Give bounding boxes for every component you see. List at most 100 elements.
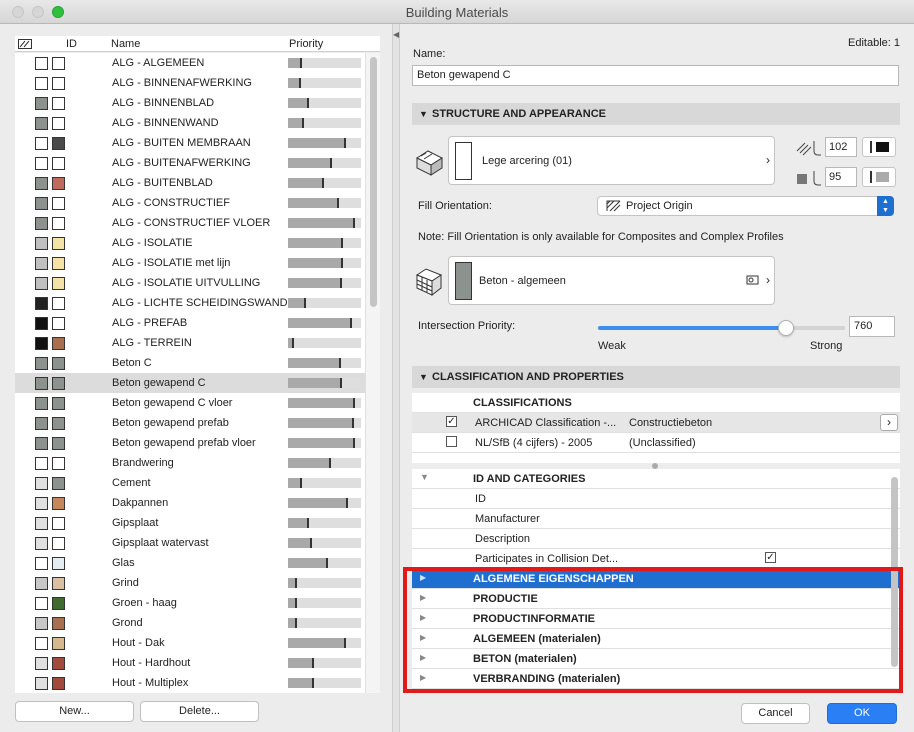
surface-swatch xyxy=(52,237,65,250)
property-row[interactable]: Participates in Collision Det... ✓ xyxy=(412,549,900,569)
list-item[interactable]: ALG - BINNENAFWERKING xyxy=(15,73,365,93)
list-item[interactable]: Gipsplaat xyxy=(15,513,365,533)
list-item[interactable]: ALG - ISOLATIE met lijn xyxy=(15,253,365,273)
list-scrollbar[interactable] xyxy=(365,53,380,693)
delete-button[interactable]: Delete... xyxy=(140,701,259,722)
fill-pen-input[interactable]: 102 xyxy=(825,137,857,157)
classification-row[interactable]: ✓ ARCHICAD Classification -... Construct… xyxy=(412,413,900,433)
surface-swatch xyxy=(52,97,65,110)
list-item[interactable]: Hout - Dak xyxy=(15,633,365,653)
material-name: Beton gewapend C xyxy=(112,377,206,389)
id-column-header[interactable]: ID xyxy=(66,38,77,50)
background-pen-color-button[interactable] xyxy=(862,167,896,187)
list-item[interactable]: Beton gewapend C xyxy=(15,373,365,393)
classification-checkbox[interactable] xyxy=(446,436,457,447)
list-item[interactable]: Beton gewapend prefab vloer xyxy=(15,433,365,453)
list-item[interactable]: Grind xyxy=(15,573,365,593)
surface-swatch xyxy=(52,277,65,290)
material-name: ALG - BUITENBLAD xyxy=(112,177,213,189)
structure-appearance-header[interactable]: ▼ STRUCTURE AND APPEARANCE xyxy=(412,103,900,125)
list-item[interactable]: Beton gewapend C vloer xyxy=(15,393,365,413)
intersection-priority-input[interactable]: 760 xyxy=(849,316,895,337)
surface-selector[interactable]: Beton - algemeen › xyxy=(448,256,775,305)
list-item[interactable]: ALG - CONSTRUCTIEF VLOER xyxy=(15,213,365,233)
surface-name: Beton - algemeen xyxy=(479,275,566,287)
collapse-left-icon[interactable]: ◀ xyxy=(393,30,399,39)
material-name: ALG - TERREIN xyxy=(112,337,192,349)
list-item[interactable]: ALG - ALGEMEEN xyxy=(15,53,365,73)
list-scroll-thumb[interactable] xyxy=(370,57,377,307)
property-row[interactable]: ID xyxy=(412,489,900,509)
fill-swatch xyxy=(35,57,48,70)
list-item[interactable]: Groen - haag xyxy=(15,593,365,613)
property-row[interactable]: Manufacturer xyxy=(412,509,900,529)
background-pen-input[interactable]: 95 xyxy=(825,167,857,187)
priority-bar xyxy=(288,138,361,148)
list-header: ID Name Priority xyxy=(15,36,380,52)
list-item[interactable]: Glas xyxy=(15,553,365,573)
list-item[interactable]: ALG - BINNENWAND xyxy=(15,113,365,133)
id-categories-row[interactable]: ▼ ID AND CATEGORIES xyxy=(412,469,900,489)
list-item[interactable]: Brandwering xyxy=(15,453,365,473)
list-item[interactable]: Hout - Multiplex xyxy=(15,673,365,693)
fill-pen-color-button[interactable] xyxy=(862,137,896,157)
list-item[interactable]: ALG - BUITENAFWERKING xyxy=(15,153,365,173)
fill-swatch xyxy=(35,217,48,230)
surface-swatch xyxy=(52,417,65,430)
cancel-button[interactable]: Cancel xyxy=(741,703,810,724)
list-item[interactable]: Grond xyxy=(15,613,365,633)
list-item[interactable]: Hout - Hardhout xyxy=(15,653,365,673)
intersection-priority-label: Intersection Priority: xyxy=(418,320,516,332)
priority-column-header[interactable]: Priority xyxy=(289,38,323,50)
list-item[interactable]: ALG - TERREIN xyxy=(15,333,365,353)
material-name: ALG - BINNENAFWERKING xyxy=(112,77,252,89)
fill-swatch xyxy=(35,117,48,130)
name-column-header[interactable]: Name xyxy=(111,38,140,50)
fill-pen-icon xyxy=(796,141,821,156)
surface-swatch xyxy=(52,257,65,270)
surface-swatch xyxy=(52,617,65,630)
list-item[interactable]: ALG - PREFAB xyxy=(15,313,365,333)
new-button[interactable]: New... xyxy=(15,701,134,722)
list-item[interactable]: ALG - BUITENBLAD xyxy=(15,173,365,193)
list-item[interactable]: ALG - CONSTRUCTIEF xyxy=(15,193,365,213)
classification-checkbox[interactable]: ✓ xyxy=(446,416,457,427)
chevron-right-icon[interactable]: › xyxy=(880,414,898,431)
slider-knob[interactable] xyxy=(778,320,794,336)
surface-swatch xyxy=(52,317,65,330)
property-row[interactable]: Description xyxy=(412,529,900,549)
ok-button[interactable]: OK xyxy=(827,703,897,724)
fill-swatch xyxy=(35,577,48,590)
panel-splitter[interactable]: ◀ xyxy=(392,24,400,732)
cut-fill-icon xyxy=(415,150,444,176)
fill-swatch xyxy=(35,77,48,90)
list-item[interactable]: ALG - LICHTE SCHEIDINGSWAND xyxy=(15,293,365,313)
list-item[interactable]: ALG - ISOLATIE xyxy=(15,233,365,253)
list-item[interactable]: Gipsplaat watervast xyxy=(15,533,365,553)
fill-type-icon[interactable] xyxy=(18,39,32,49)
project-origin-icon xyxy=(606,200,621,212)
material-name-input[interactable]: Beton gewapend C xyxy=(412,65,899,86)
fill-swatch xyxy=(35,477,48,490)
priority-bar xyxy=(288,318,361,328)
list-item[interactable]: ALG - BUITEN MEMBRAAN xyxy=(15,133,365,153)
list-item[interactable]: Cement xyxy=(15,473,365,493)
surface-swatch xyxy=(52,477,65,490)
list-item[interactable]: Beton gewapend prefab xyxy=(15,413,365,433)
materials-list-panel: ID Name Priority ALG - ALGEMEEN ALG - BIN… xyxy=(0,24,392,732)
intersection-priority-slider[interactable] xyxy=(598,320,845,336)
fill-swatch xyxy=(35,417,48,430)
priority-bar xyxy=(288,198,361,208)
list-item[interactable]: Dakpannen xyxy=(15,493,365,513)
list-item[interactable]: ALG - ISOLATIE UITVULLING xyxy=(15,273,365,293)
list-item[interactable]: ALG - BINNENBLAD xyxy=(15,93,365,113)
priority-bar xyxy=(288,378,361,388)
fill-orientation-dropdown[interactable]: Project Origin ▲ ▼ xyxy=(597,196,894,216)
list-item[interactable]: Beton C xyxy=(15,353,365,373)
classification-row[interactable]: NL/SfB (4 cijfers) - 2005 (Unclassified) xyxy=(412,433,900,453)
cut-fill-selector[interactable]: Lege arcering (01) › xyxy=(448,136,775,185)
surface-swatch xyxy=(52,77,65,90)
collision-checkbox[interactable]: ✓ xyxy=(765,552,776,563)
classification-properties-header[interactable]: ▼ CLASSIFICATION AND PROPERTIES xyxy=(412,366,900,388)
material-name: Beton C xyxy=(112,357,152,369)
